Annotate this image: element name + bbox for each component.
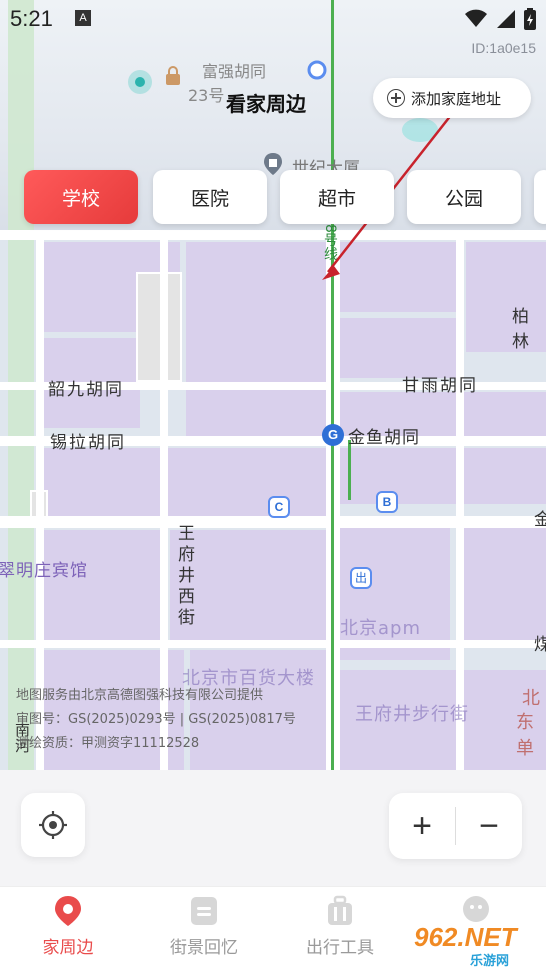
signal-icon: [497, 10, 515, 28]
tab-label: 出行工具: [306, 938, 374, 958]
wifi-icon: [465, 9, 487, 27]
category-hospital[interactable]: 医院: [153, 170, 267, 224]
watermark-subtext: 乐游网: [470, 954, 510, 969]
zoom-in-button[interactable]: +: [389, 793, 455, 859]
category-bar: 学校 医院 超市 公园: [0, 170, 546, 226]
tab-home-surroundings[interactable]: 家周边: [8, 895, 128, 972]
category-supermarket[interactable]: 超市: [280, 170, 394, 224]
add-home-address-label: 添加家庭地址: [411, 89, 502, 108]
battery-icon: [524, 8, 536, 30]
map-pin-icon: [55, 896, 81, 926]
album-icon: [191, 897, 217, 925]
tab-label: 家周边: [42, 938, 94, 958]
category-more[interactable]: [534, 170, 546, 224]
plus-circle-icon: [387, 89, 405, 107]
watermark-text: 962.NET: [414, 922, 517, 952]
status-bar: 5:21 A: [0, 0, 546, 40]
map-id-text: ID:1a0e15: [471, 40, 536, 56]
tab-travel-tools[interactable]: 出行工具: [280, 895, 400, 972]
tab-label: 街景回忆: [170, 938, 238, 958]
notification-icon: A: [75, 10, 91, 26]
zoom-control: + −: [389, 793, 522, 859]
locate-icon: [39, 811, 67, 839]
suitcase-icon: [328, 895, 352, 925]
page-title: 看家周边: [226, 92, 306, 116]
status-time: 5:21: [10, 6, 53, 31]
watermark-logo: 962.NET 乐游网: [408, 922, 542, 969]
zoom-out-button[interactable]: −: [456, 793, 522, 859]
tab-street-memories[interactable]: 街景回忆: [144, 895, 264, 972]
add-home-address-button[interactable]: 添加家庭地址: [373, 78, 531, 118]
category-school[interactable]: 学校: [24, 170, 138, 224]
locate-button[interactable]: [21, 793, 85, 857]
category-park[interactable]: 公园: [407, 170, 521, 224]
